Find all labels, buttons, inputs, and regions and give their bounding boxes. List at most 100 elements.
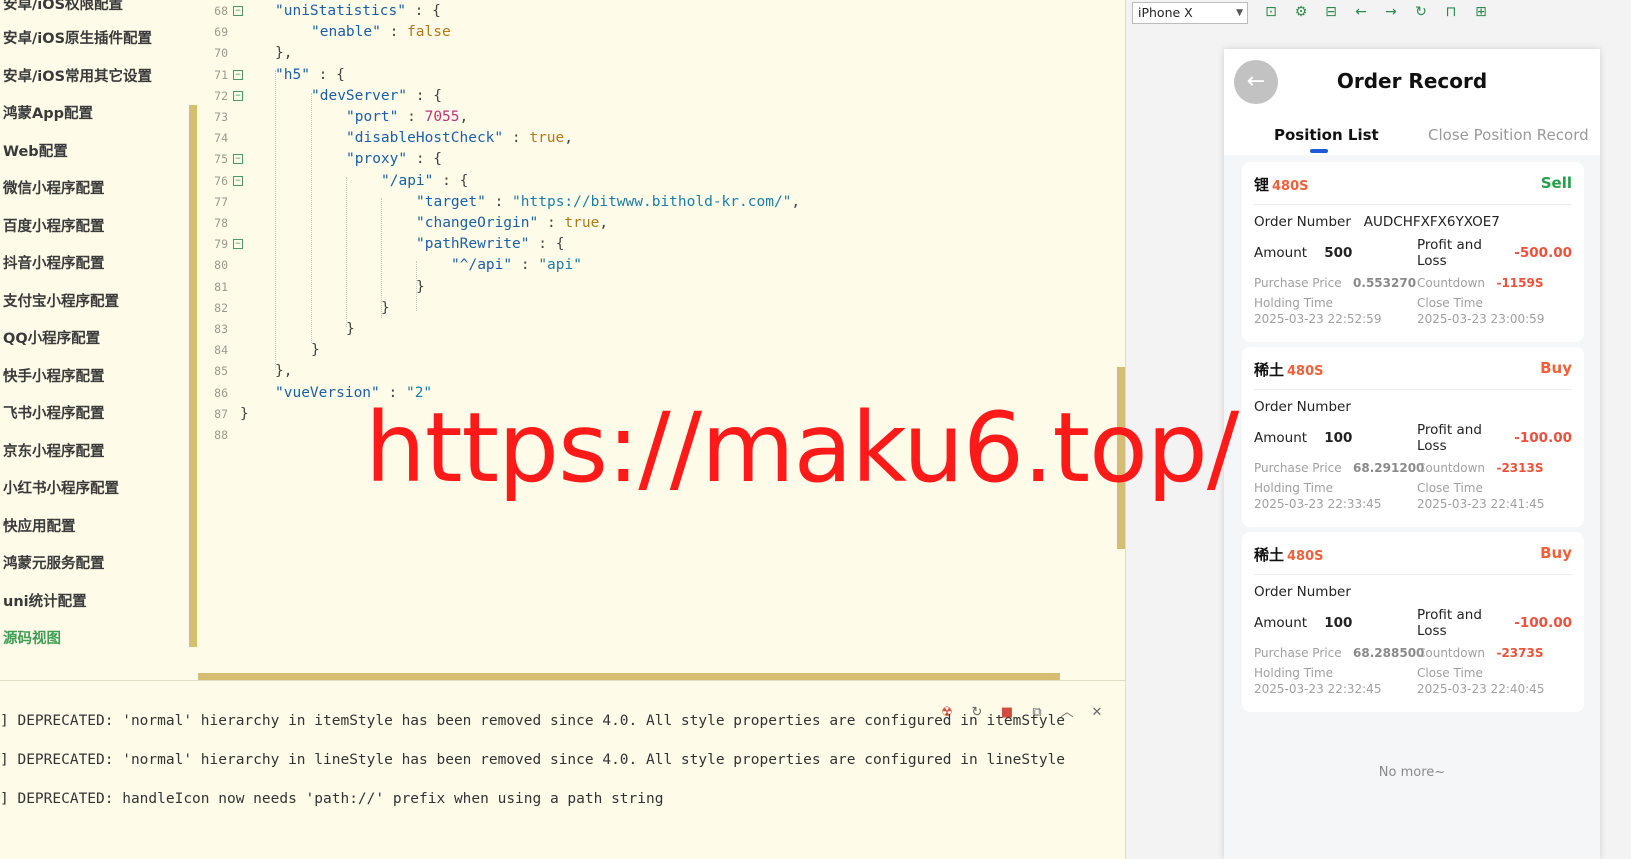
sidebar-item[interactable]: 小红书小程序配置 (3, 477, 119, 498)
sidebar-item[interactable]: 安卓/iOS常用其它设置 (3, 65, 152, 86)
editor-horizontal-scrollbar[interactable] (198, 673, 1060, 680)
code-line[interactable]: 85}, (198, 360, 1098, 382)
holding-time-label: Holding Time (1254, 296, 1334, 310)
code-line[interactable]: 71− "h5" : { (198, 64, 1098, 86)
tab-position-list[interactable]: Position List (1274, 126, 1379, 144)
code-line[interactable]: 78 "changeOrigin" : true, (198, 212, 1098, 234)
indent-guide (275, 70, 276, 370)
order-number-label: Order Number (1254, 584, 1351, 600)
fold-toggle-icon[interactable]: − (233, 239, 243, 250)
code-line[interactable]: 82} (198, 297, 1098, 319)
grid-icon[interactable]: ⊞ (1472, 3, 1490, 21)
code-line[interactable]: 77 "target" : "https://bitwww.bithold-kr.… (198, 191, 1098, 213)
fold-toggle-icon[interactable]: − (233, 6, 243, 16)
fold-toggle-icon[interactable]: − (233, 175, 243, 186)
line-number: 69 (214, 25, 228, 40)
code-text: "uniStatistics" : { (275, 0, 441, 22)
order-card[interactable]: 稀土 480S Buy Order Number Amount 100 Profit a… (1242, 532, 1584, 712)
screenshot-icon[interactable]: ⊡ (1262, 3, 1280, 21)
code-token: "changeOrigin" (416, 215, 539, 231)
sidebar-item[interactable]: 京东小程序配置 (3, 440, 105, 461)
code-token: "^/api" (451, 257, 513, 274)
order-card[interactable]: 锂 480S Sell Order Number AUDCHFXFX6YXOE7 Amo… (1242, 162, 1584, 342)
arrow-left-icon[interactable]: ← (1352, 3, 1370, 21)
code-line[interactable]: 74 "disableHostCheck" : true, (198, 127, 1098, 149)
line-number: 68 (214, 4, 228, 18)
holding-time-value: 2025-03-23 22:32:45 (1254, 682, 1382, 696)
arrow-right-icon[interactable]: → (1382, 3, 1400, 21)
trade-side-badge: Buy (1540, 544, 1572, 562)
pnl-label: Profit and Loss (1417, 607, 1482, 639)
countdown-label: Countdown (1417, 461, 1486, 475)
indent-guide (381, 198, 382, 318)
sidebar-item[interactable]: 快应用配置 (3, 515, 76, 536)
device-select[interactable]: iPhone X ▼ (1132, 2, 1248, 24)
sidebar-item[interactable]: 安卓/iOS原生插件配置 (3, 27, 152, 48)
sidebar-item[interactable]: Web配置 (3, 140, 68, 161)
line-number: 74 (214, 131, 228, 146)
pnl-label: Profit and Loss (1417, 422, 1482, 454)
sidebar-item[interactable]: uni统计配置 (3, 590, 87, 611)
code-token: "target" (416, 193, 486, 210)
fold-toggle-icon[interactable]: − (233, 90, 243, 101)
page-title: Order Record (1336, 69, 1488, 93)
sidebar-item[interactable]: 鸿蒙元服务配置 (3, 552, 105, 573)
tab-close-position-record[interactable]: Close Position Record (1428, 126, 1589, 144)
settings-sidebar: 安卓/iOS权限配置安卓/iOS原生插件配置 安卓/iOS常用其它设置 鸿蒙App配… (0, 0, 198, 680)
terminal-icon[interactable]: ⊟ (1322, 3, 1340, 21)
code-editor[interactable]: 68− "uniStatistics" : {69 "enable" : false… (198, 0, 1125, 680)
code-text: }, (275, 42, 292, 64)
code-text: "proxy" : { (346, 148, 442, 170)
code-token: } (346, 321, 355, 337)
code-token: 7055 (424, 109, 460, 125)
code-line[interactable]: 68− "uniStatistics" : { (198, 0, 1098, 22)
gear-icon[interactable]: ⚙ (1292, 3, 1310, 21)
code-line[interactable]: 70}, (198, 42, 1098, 64)
line-number: 70 (214, 46, 228, 61)
code-line[interactable]: 69 "enable" : false (198, 21, 1098, 43)
asset-duration: 480S (1287, 549, 1324, 564)
code-line[interactable]: 76− "/api" : { (198, 170, 1098, 192)
sidebar-item[interactable]: 百度小程序配置 (3, 215, 105, 236)
clear-icon[interactable]: ✕ (1089, 705, 1105, 721)
sidebar-item[interactable]: 鸿蒙App配置 (3, 102, 93, 123)
purchase-price-row: Purchase Price 68.291200 (1254, 461, 1424, 475)
line-number: 76 (214, 173, 228, 188)
code-token: : { (407, 87, 442, 104)
sidebar-item[interactable]: 源码视图 (3, 627, 61, 648)
code-line[interactable]: 84} (198, 339, 1098, 361)
close-time-label: Close Time (1417, 666, 1483, 680)
fold-toggle-icon[interactable]: − (233, 154, 243, 165)
sidebar-item[interactable]: QQ小程序配置 (3, 327, 100, 348)
sidebar-scrollbar[interactable] (189, 105, 197, 647)
code-line[interactable]: 83} (198, 318, 1098, 340)
amount-label: Amount (1254, 430, 1308, 446)
code-text: "target" : "https://bitwww.bithold-kr.co… (416, 191, 800, 213)
line-number: 79 (214, 237, 228, 252)
sidebar-item[interactable]: 快手小程序配置 (3, 365, 105, 386)
code-text: "devServer" : { (311, 85, 442, 107)
code-line[interactable]: 80 "^/api" : "api" (198, 254, 1098, 276)
fold-toggle-icon[interactable]: − (233, 69, 243, 80)
sidebar-item[interactable]: 飞书小程序配置 (3, 402, 105, 423)
sidebar-item[interactable]: 安卓/iOS权限配置 (3, 0, 123, 14)
code-token: "h5" (275, 66, 310, 83)
order-card[interactable]: 稀土 480S Buy Order Number Amount 100 Profit a… (1242, 347, 1584, 527)
code-token: , (599, 215, 609, 231)
indent-guide (346, 177, 347, 327)
code-text: "pathRewrite" : { (416, 233, 564, 255)
code-line[interactable]: 81} (198, 276, 1098, 298)
code-token: true (529, 130, 565, 147)
code-line[interactable]: 73 "port" : 7055, (198, 106, 1098, 128)
code-line[interactable]: 79− "pathRewrite" : { (198, 233, 1098, 255)
code-token: , (791, 193, 801, 210)
sidebar-item[interactable]: 支付宝小程序配置 (3, 290, 119, 311)
sidebar-item[interactable]: 微信小程序配置 (3, 177, 105, 198)
reload-icon[interactable]: ↻ (1412, 3, 1430, 21)
lock-icon[interactable]: ⊓ (1442, 3, 1460, 21)
code-token: : { (433, 172, 469, 189)
code-line[interactable]: 72− "devServer" : { (198, 85, 1098, 107)
code-line[interactable]: 75− "proxy" : { (198, 148, 1098, 170)
code-token: } (311, 342, 320, 359)
sidebar-item[interactable]: 抖音小程序配置 (3, 252, 105, 273)
